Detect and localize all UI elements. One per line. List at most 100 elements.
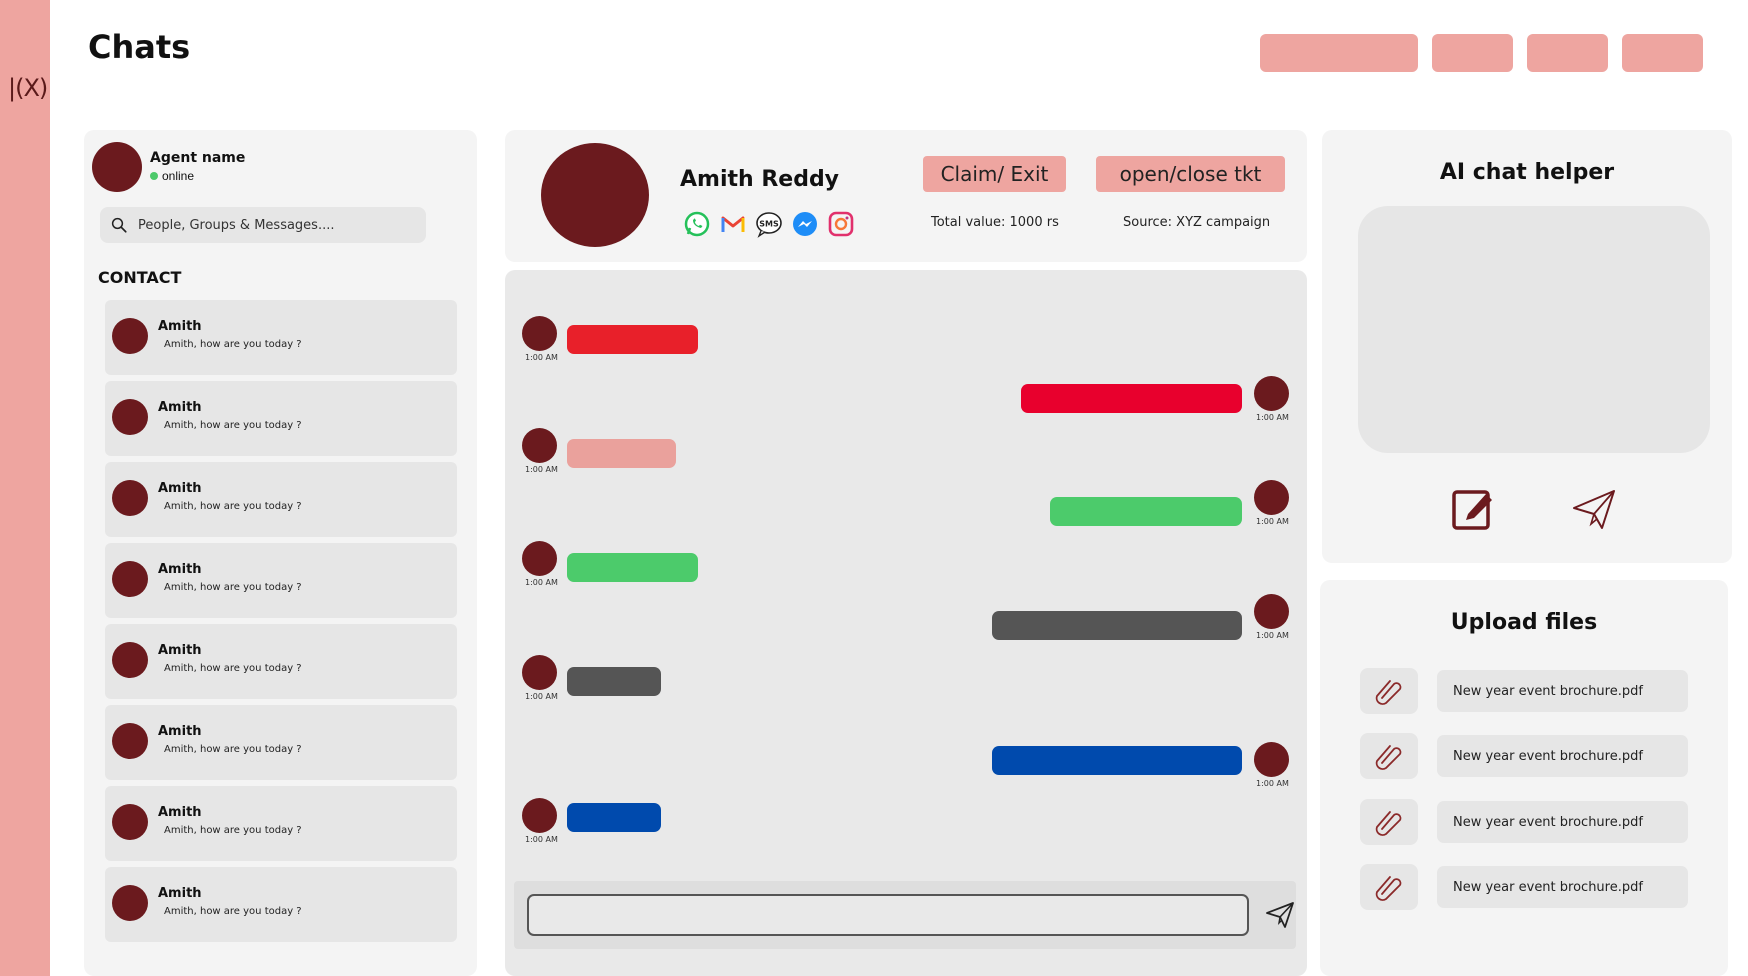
contact-last-message: Amith, how are you today ? <box>164 744 302 755</box>
open-close-ticket-button[interactable]: open/close tkt <box>1096 156 1285 192</box>
online-dot-icon <box>150 172 158 180</box>
message-time: 1:00 AM <box>525 353 558 362</box>
ai-suggestion-box[interactable] <box>1358 206 1710 453</box>
message-avatar <box>1254 594 1289 629</box>
side-rail: |(X) <box>0 0 50 976</box>
message-composer <box>514 881 1296 949</box>
contact-name: Amith <box>158 319 202 334</box>
contact-item[interactable]: Amith Amith, how are you today ? <box>105 624 457 699</box>
contact-last-message: Amith, how are you today ? <box>164 663 302 674</box>
contact-name: Amith <box>158 481 202 496</box>
search-box[interactable]: People, Groups & Messages.... <box>100 207 426 243</box>
contact-item[interactable]: Amith Amith, how are you today ? <box>105 705 457 780</box>
send-icon[interactable] <box>1571 488 1617 532</box>
ai-helper-title: AI chat helper <box>1439 160 1615 185</box>
attachment-icon[interactable] <box>1360 799 1418 845</box>
contact-heading: CONTACT <box>98 268 182 287</box>
file-row[interactable]: New year event brochure.pdf <box>1360 799 1690 845</box>
contact-last-message: Amith, how are you today ? <box>164 906 302 917</box>
contact-last-message: Amith, how are you today ? <box>164 339 302 350</box>
message-avatar <box>522 428 557 463</box>
file-row[interactable]: New year event brochure.pdf <box>1360 668 1690 714</box>
file-row[interactable]: New year event brochure.pdf <box>1360 864 1690 910</box>
top-action-button-1[interactable] <box>1260 34 1418 72</box>
top-action-button-3[interactable] <box>1527 34 1608 72</box>
search-icon <box>111 217 127 233</box>
sms-icon[interactable]: SMS <box>755 210 783 238</box>
contact-last-message: Amith, how are you today ? <box>164 825 302 836</box>
file-name[interactable]: New year event brochure.pdf <box>1437 801 1688 843</box>
file-name[interactable]: New year event brochure.pdf <box>1437 735 1688 777</box>
message-bubble[interactable] <box>567 667 661 696</box>
channel-icons: SMS <box>683 210 855 238</box>
message-time: 1:00 AM <box>525 465 558 474</box>
contact-last-message: Amith, how are you today ? <box>164 501 302 512</box>
gmail-icon[interactable] <box>719 210 747 238</box>
contact-item[interactable]: Amith Amith, how are you today ? <box>105 381 457 456</box>
contact-avatar <box>112 561 148 597</box>
contact-avatar <box>112 318 148 354</box>
message-avatar <box>522 541 557 576</box>
contact-item[interactable]: Amith Amith, how are you today ? <box>105 462 457 537</box>
contact-item[interactable]: Amith Amith, how are you today ? <box>105 300 457 375</box>
chat-messages-area[interactable]: 1:00 AM 1:00 AM 1:00 AM 1:00 AM 1:00 AM … <box>505 270 1307 976</box>
contact-name: Amith <box>158 643 202 658</box>
message-bubble[interactable] <box>1050 497 1242 526</box>
contact-avatar <box>112 804 148 840</box>
message-bubble[interactable] <box>567 553 698 582</box>
send-icon[interactable] <box>1264 899 1296 931</box>
contact-name: Amith <box>158 805 202 820</box>
messenger-icon[interactable] <box>791 210 819 238</box>
total-value: Total value: 1000 rs <box>931 215 1059 230</box>
message-bubble[interactable] <box>567 439 676 468</box>
file-name[interactable]: New year event brochure.pdf <box>1437 670 1688 712</box>
contact-item[interactable]: Amith Amith, how are you today ? <box>105 543 457 618</box>
message-bubble[interactable] <box>992 611 1242 640</box>
message-input[interactable] <box>527 894 1249 936</box>
message-bubble[interactable] <box>1021 384 1242 413</box>
agent-name: Agent name <box>150 150 246 166</box>
contact-avatar <box>112 723 148 759</box>
message-avatar <box>1254 742 1289 777</box>
ai-helper-panel: AI chat helper <box>1322 130 1732 563</box>
instagram-icon[interactable] <box>827 210 855 238</box>
attachment-icon[interactable] <box>1360 864 1418 910</box>
file-row[interactable]: New year event brochure.pdf <box>1360 733 1690 779</box>
whatsapp-icon[interactable] <box>683 210 711 238</box>
message-bubble[interactable] <box>992 746 1242 775</box>
message-time: 1:00 AM <box>525 692 558 701</box>
search-input[interactable]: People, Groups & Messages.... <box>138 218 335 233</box>
chat-header: Amith Reddy SMS Claim/ Exit open/close t… <box>505 130 1307 262</box>
contact-name: Amith <box>158 400 202 415</box>
message-avatar <box>522 316 557 351</box>
agent-avatar[interactable] <box>92 142 142 192</box>
top-action-button-2[interactable] <box>1432 34 1513 72</box>
claim-exit-button[interactable]: Claim/ Exit <box>923 156 1066 192</box>
file-name[interactable]: New year event brochure.pdf <box>1437 866 1688 908</box>
svg-text:SMS: SMS <box>759 220 779 229</box>
edit-icon[interactable] <box>1450 486 1496 532</box>
message-time: 1:00 AM <box>525 578 558 587</box>
attachment-icon[interactable] <box>1360 668 1418 714</box>
message-time: 1:00 AM <box>525 835 558 844</box>
app-logo[interactable]: |(X) <box>8 74 48 102</box>
agent-status-label: online <box>162 169 195 183</box>
page-title: Chats <box>88 28 191 66</box>
message-time: 1:00 AM <box>1256 413 1289 422</box>
contact-avatar <box>112 399 148 435</box>
contact-name: Amith <box>158 562 202 577</box>
message-avatar <box>1254 480 1289 515</box>
contact-avatar <box>112 480 148 516</box>
top-action-button-4[interactable] <box>1622 34 1703 72</box>
message-bubble[interactable] <box>567 803 661 832</box>
contact-item[interactable]: Amith Amith, how are you today ? <box>105 867 457 942</box>
upload-files-panel: Upload files New year event brochure.pdf… <box>1320 580 1728 976</box>
lead-source: Source: XYZ campaign <box>1123 215 1271 230</box>
message-bubble[interactable] <box>567 325 698 354</box>
contact-item[interactable]: Amith Amith, how are you today ? <box>105 786 457 861</box>
contact-name: Amith <box>158 724 202 739</box>
contact-last-message: Amith, how are you today ? <box>164 582 302 593</box>
contact-last-message: Amith, how are you today ? <box>164 420 302 431</box>
attachment-icon[interactable] <box>1360 733 1418 779</box>
message-avatar <box>522 798 557 833</box>
